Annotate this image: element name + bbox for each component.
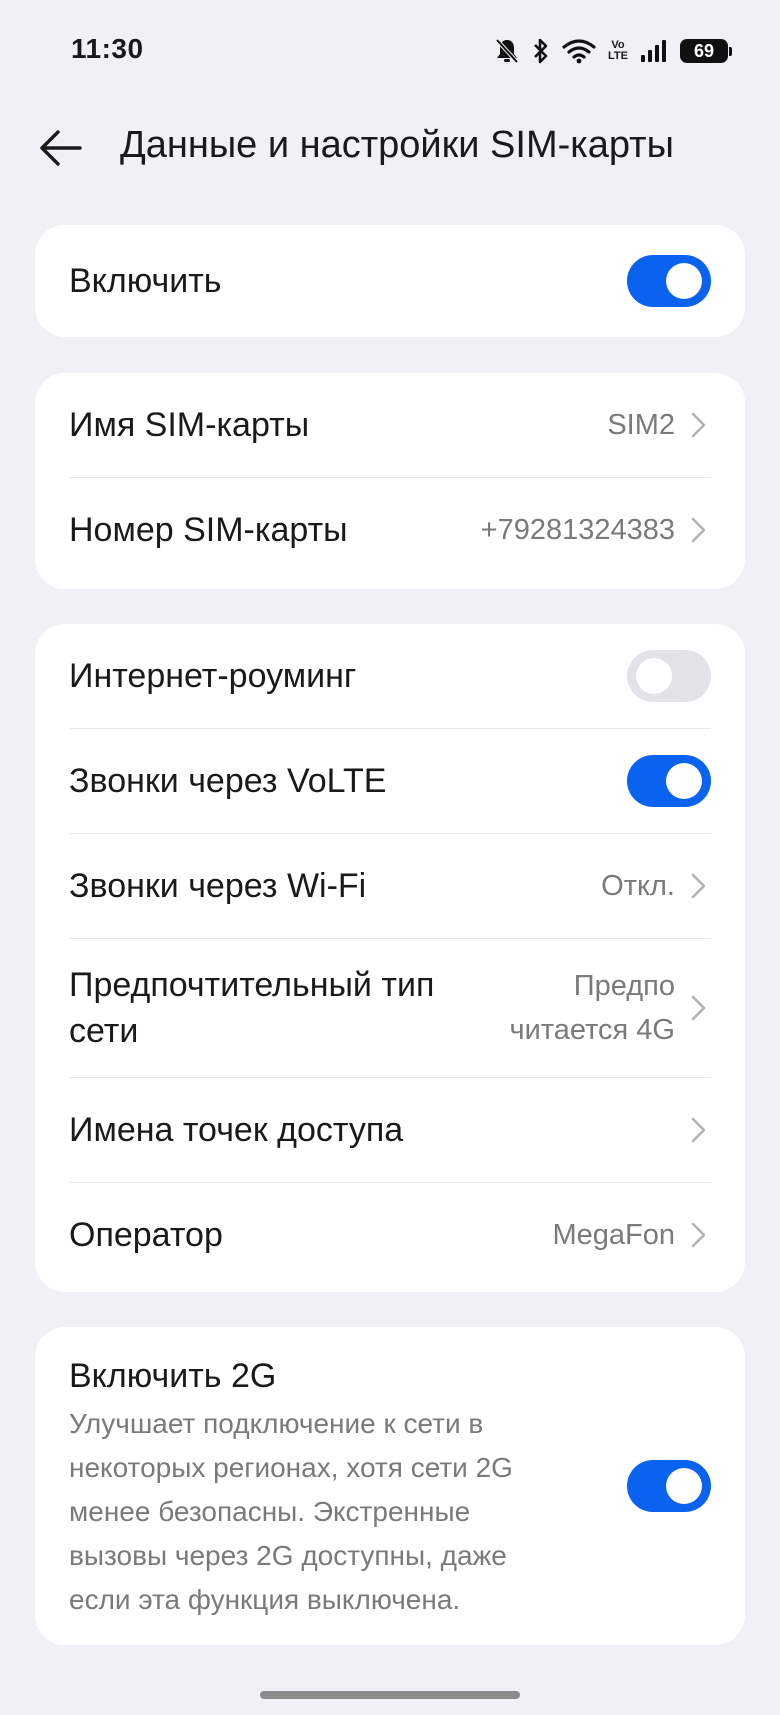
volte-label: Звонки через VoLTE xyxy=(69,761,387,800)
apn-label: Имена точек доступа xyxy=(69,1110,404,1149)
sim-number-value: +79281324383 xyxy=(480,513,675,546)
battery-icon: 69 xyxy=(680,39,732,63)
enable-label: Включить xyxy=(69,261,222,300)
arrow-left-icon xyxy=(40,130,82,166)
sim-number-row[interactable]: Номер SIM-карты +79281324383 xyxy=(69,477,711,582)
chevron-right-icon xyxy=(691,1222,706,1248)
chevron-right-icon xyxy=(691,995,706,1021)
enable-card: Включить xyxy=(35,225,745,337)
volte-toggle[interactable] xyxy=(627,755,711,807)
enable-2g-title: Включить 2G xyxy=(69,1357,277,1395)
network-type-label: Предпочтительный тип сети xyxy=(69,966,435,1050)
sim-name-row[interactable]: Имя SIM-карты SIM2 xyxy=(69,373,711,477)
signal-icon xyxy=(640,39,668,63)
wifi-icon xyxy=(562,38,596,64)
operator-label: Оператор xyxy=(69,1215,223,1254)
wifi-calls-value: Откл. xyxy=(601,869,675,902)
home-indicator[interactable] xyxy=(260,1691,520,1699)
network-type-row[interactable]: Предпочтительный тип сети Предпо читаетс… xyxy=(69,938,711,1077)
header: Данные и настройки SIM-карты xyxy=(0,108,780,188)
chevron-right-icon xyxy=(691,517,706,543)
enable-2g-toggle[interactable] xyxy=(627,1460,711,1512)
roaming-label: Интернет-роуминг xyxy=(69,656,357,695)
sim-number-label: Номер SIM-карты xyxy=(69,510,348,549)
enable-2g-description: Улучшает подключение к сети в некоторых … xyxy=(69,1408,513,1615)
roaming-row[interactable]: Интернет-роуминг xyxy=(69,624,711,728)
sim-info-card: Имя SIM-карты SIM2 Номер SIM-карты +7928… xyxy=(35,373,745,589)
network-type-value: Предпо читается 4G xyxy=(509,970,675,1046)
operator-value: MegaFon xyxy=(552,1218,675,1251)
enable-row[interactable]: Включить xyxy=(69,225,711,337)
wifi-calls-label: Звонки через Wi-Fi xyxy=(69,866,367,905)
status-bar: 11:30 Vo LTE 69 xyxy=(0,0,780,100)
status-time: 11:30 xyxy=(71,33,144,64)
wifi-calls-row[interactable]: Звонки через Wi-Fi Откл. xyxy=(69,833,711,938)
volte-icon: Vo LTE xyxy=(608,39,628,62)
page-title: Данные и настройки SIM-карты xyxy=(120,124,674,166)
network-settings-card: Интернет-роуминг Звонки через VoLTE Звон… xyxy=(35,624,745,1292)
chevron-right-icon xyxy=(691,873,706,899)
chevron-right-icon xyxy=(691,1117,706,1143)
status-icons: Vo LTE 69 xyxy=(494,34,732,68)
bluetooth-icon xyxy=(532,37,550,65)
enable-2g-card[interactable]: Включить 2G Улучшает подключение к сети … xyxy=(35,1327,745,1645)
roaming-toggle[interactable] xyxy=(627,650,711,702)
sim-name-label: Имя SIM-карты xyxy=(69,405,310,444)
operator-row[interactable]: Оператор MegaFon xyxy=(69,1182,711,1287)
bell-off-icon xyxy=(494,37,520,65)
apn-row[interactable]: Имена точек доступа xyxy=(69,1077,711,1182)
back-button[interactable] xyxy=(30,118,90,178)
chevron-right-icon xyxy=(691,412,706,438)
volte-row[interactable]: Звонки через VoLTE xyxy=(69,728,711,833)
sim-name-value: SIM2 xyxy=(607,408,675,441)
enable-toggle[interactable] xyxy=(627,255,711,307)
